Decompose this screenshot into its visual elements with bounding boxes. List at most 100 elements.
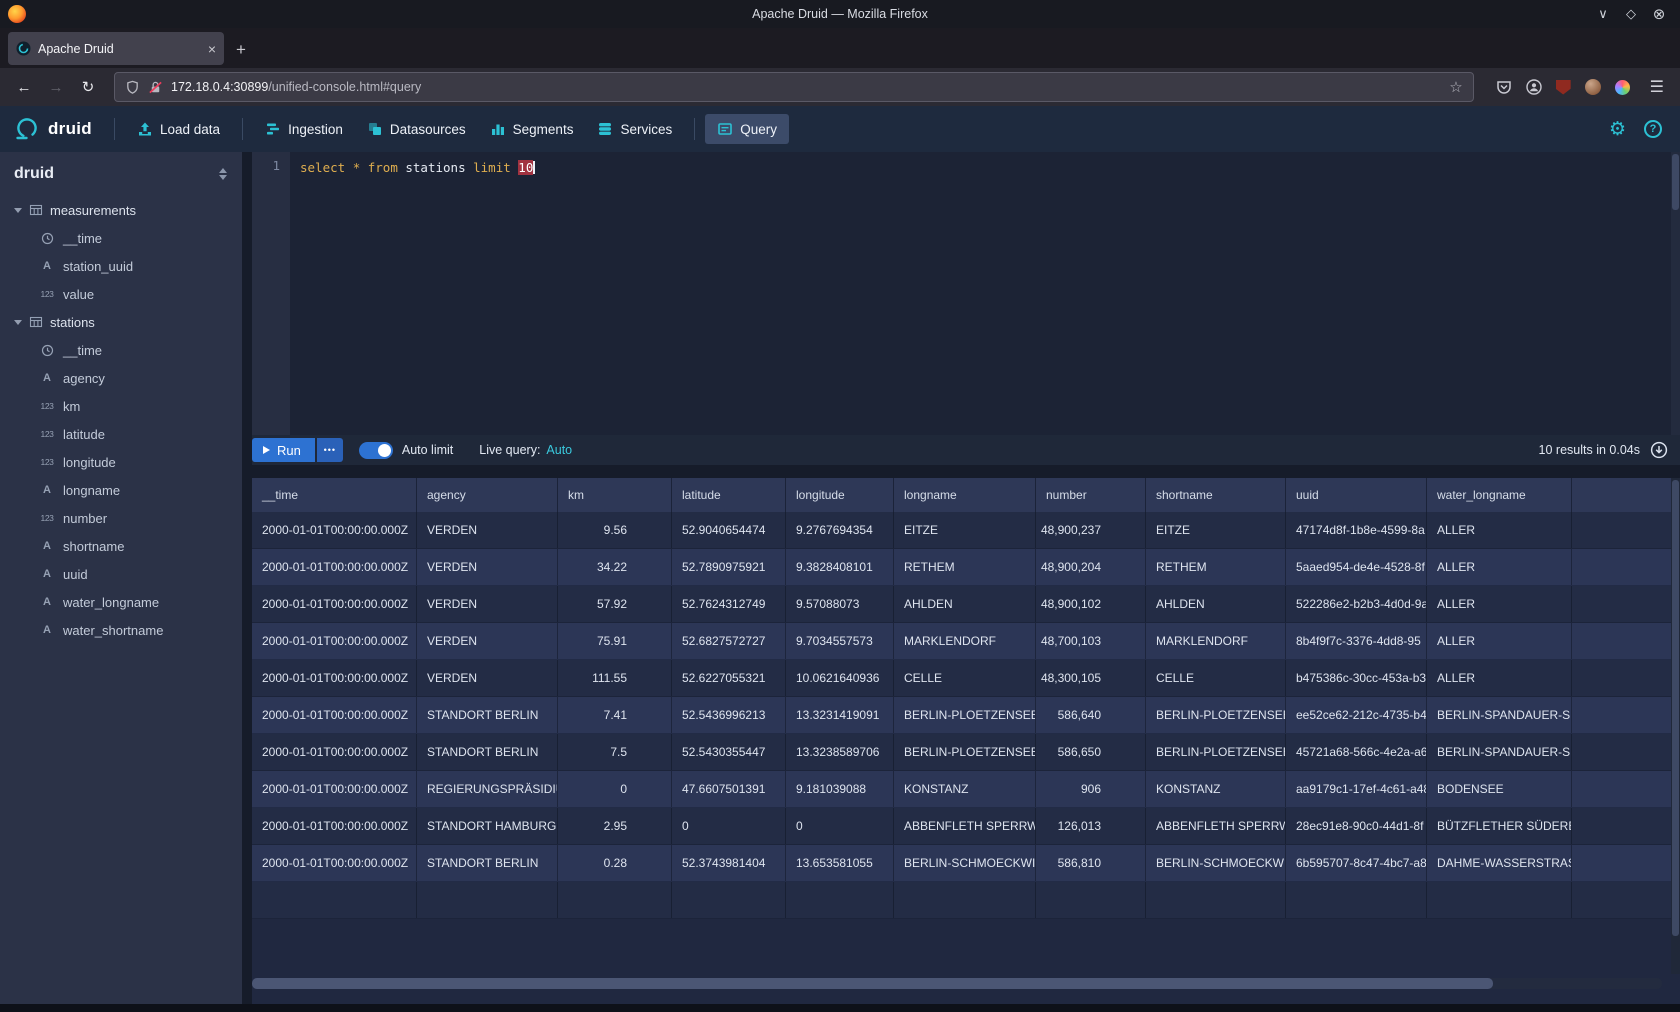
cell-latitude[interactable]: 52.5436996213: [672, 697, 786, 733]
cell-__time[interactable]: 2000-01-01T00:00:00.000Z: [252, 808, 417, 844]
caret-down-icon[interactable]: [14, 208, 22, 213]
tree-table-stations[interactable]: stations: [0, 308, 242, 336]
cell-longname[interactable]: AHLDEN: [894, 586, 1036, 622]
column-header-agency[interactable]: agency: [417, 478, 558, 512]
cell-water_longname[interactable]: ALLER: [1427, 660, 1572, 696]
cell-number[interactable]: 586,650: [1036, 734, 1146, 770]
cell-shortname[interactable]: MARKLENDORF: [1146, 623, 1286, 659]
tree-column-value[interactable]: 123value: [0, 280, 242, 308]
close-button[interactable]: ⊗: [1650, 5, 1668, 23]
cell-latitude[interactable]: 52.7890975921: [672, 549, 786, 585]
cell-latitude[interactable]: 52.7624312749: [672, 586, 786, 622]
cell-km[interactable]: 57.92: [558, 586, 672, 622]
cell-number[interactable]: 48,300,105: [1036, 660, 1146, 696]
profile-avatar-icon[interactable]: [1585, 79, 1601, 95]
live-query-value[interactable]: Auto: [546, 443, 572, 457]
cell-longname[interactable]: RETHEM: [894, 549, 1036, 585]
cell-longname[interactable]: BERLIN-PLOETZENSEE C: [894, 697, 1036, 733]
column-header-__time[interactable]: __time: [252, 478, 417, 512]
pocket-icon[interactable]: [1496, 79, 1512, 95]
cell-longitude[interactable]: 13.3231419091: [786, 697, 894, 733]
tree-column-shortname[interactable]: Ashortname: [0, 532, 242, 560]
insecure-lock-icon[interactable]: [148, 80, 163, 95]
cell-km[interactable]: 0: [558, 771, 672, 807]
cell-longitude[interactable]: 9.57088073: [786, 586, 894, 622]
more-options-button[interactable]: •••: [317, 438, 343, 462]
cell-uuid[interactable]: 5aaed954-de4e-4528-8f: [1286, 549, 1427, 585]
cell-number[interactable]: 906: [1036, 771, 1146, 807]
new-tab-button[interactable]: +: [236, 40, 246, 60]
cell-__time[interactable]: 2000-01-01T00:00:00.000Z: [252, 845, 417, 881]
cell-agency[interactable]: VERDEN: [417, 549, 558, 585]
cell-water_longname[interactable]: BERLIN-SPANDAUER-S: [1427, 734, 1572, 770]
cell-__time[interactable]: 2000-01-01T00:00:00.000Z: [252, 660, 417, 696]
cell-shortname[interactable]: CELLE: [1146, 660, 1286, 696]
cell-__time[interactable]: 2000-01-01T00:00:00.000Z: [252, 734, 417, 770]
cell-latitude[interactable]: 52.3743981404: [672, 845, 786, 881]
cell-km[interactable]: 2.95: [558, 808, 672, 844]
cell-number[interactable]: 586,640: [1036, 697, 1146, 733]
cell-shortname[interactable]: AHLDEN: [1146, 586, 1286, 622]
cell-agency[interactable]: VERDEN: [417, 512, 558, 548]
tree-column-number[interactable]: 123number: [0, 504, 242, 532]
tree-column-uuid[interactable]: Auuid: [0, 560, 242, 588]
cell-agency[interactable]: STANDORT BERLIN: [417, 697, 558, 733]
cell-__time[interactable]: 2000-01-01T00:00:00.000Z: [252, 512, 417, 548]
cell-longitude[interactable]: 9.3828408101: [786, 549, 894, 585]
cell-km[interactable]: 75.91: [558, 623, 672, 659]
nav-item-ingestion[interactable]: Ingestion: [253, 114, 355, 144]
cell-number[interactable]: 48,900,237: [1036, 512, 1146, 548]
bookmark-star-icon[interactable]: ☆: [1449, 78, 1462, 96]
cell-shortname[interactable]: BERLIN-PLOETZENSEE U: [1146, 734, 1286, 770]
cell-longitude[interactable]: 13.653581055: [786, 845, 894, 881]
cell-water_longname[interactable]: BERLIN-SPANDAUER-S: [1427, 697, 1572, 733]
cell-water_longname[interactable]: ALLER: [1427, 623, 1572, 659]
tree-column-__time[interactable]: __time: [0, 336, 242, 364]
cell-water_longname[interactable]: ALLER: [1427, 586, 1572, 622]
reload-button[interactable]: ↻: [74, 73, 102, 101]
cell-latitude[interactable]: 52.6227055321: [672, 660, 786, 696]
menu-icon[interactable]: ☰: [1644, 77, 1670, 97]
cell-longitude[interactable]: 9.2767694354: [786, 512, 894, 548]
tree-column-water_shortname[interactable]: Awater_shortname: [0, 616, 242, 644]
cell-agency[interactable]: STANDORT HAMBURG: [417, 808, 558, 844]
caret-down-icon[interactable]: [14, 320, 22, 325]
tab-apache-druid[interactable]: Apache Druid ×: [8, 32, 224, 65]
cell-number[interactable]: 126,013: [1036, 808, 1146, 844]
account-icon[interactable]: [1526, 79, 1542, 95]
cell-number[interactable]: 48,900,204: [1036, 549, 1146, 585]
nav-item-query[interactable]: Query: [705, 114, 789, 144]
horizontal-scrollbar[interactable]: [252, 978, 1662, 989]
cell-uuid[interactable]: 6b595707-8c47-4bc7-a8: [1286, 845, 1427, 881]
cell-__time[interactable]: 2000-01-01T00:00:00.000Z: [252, 771, 417, 807]
download-icon[interactable]: [1650, 441, 1668, 459]
cell-longname[interactable]: BERLIN-SCHMOECKWITZ: [894, 845, 1036, 881]
sort-icon[interactable]: [218, 167, 228, 181]
cell-water_longname[interactable]: BODENSEE: [1427, 771, 1572, 807]
cell-km[interactable]: 7.5: [558, 734, 672, 770]
cell-uuid[interactable]: 45721a68-566c-4e2a-a6: [1286, 734, 1427, 770]
cell-km[interactable]: 9.56: [558, 512, 672, 548]
cell-water_longname[interactable]: BÜTZFLETHER SÜDERE: [1427, 808, 1572, 844]
cell-number[interactable]: 586,810: [1036, 845, 1146, 881]
cell-longitude[interactable]: 9.181039088: [786, 771, 894, 807]
column-header-latitude[interactable]: latitude: [672, 478, 786, 512]
sql-editor[interactable]: 1 select * from stations limit 10: [252, 152, 1680, 435]
cell-__time[interactable]: 2000-01-01T00:00:00.000Z: [252, 623, 417, 659]
maximize-button[interactable]: ◇: [1622, 6, 1640, 22]
cell-agency[interactable]: VERDEN: [417, 623, 558, 659]
cell-uuid[interactable]: b475386c-30cc-453a-b3: [1286, 660, 1427, 696]
column-header-uuid[interactable]: uuid: [1286, 478, 1427, 512]
vertical-scrollbar[interactable]: [1671, 478, 1680, 974]
cell-agency[interactable]: VERDEN: [417, 586, 558, 622]
cell-agency[interactable]: VERDEN: [417, 660, 558, 696]
column-header-longname[interactable]: longname: [894, 478, 1036, 512]
cell-shortname[interactable]: RETHEM: [1146, 549, 1286, 585]
cell-latitude[interactable]: 0: [672, 808, 786, 844]
cell-km[interactable]: 0.28: [558, 845, 672, 881]
cell-latitude[interactable]: 52.5430355447: [672, 734, 786, 770]
cell-latitude[interactable]: 52.6827572727: [672, 623, 786, 659]
nav-item-datasources[interactable]: Datasources: [355, 114, 478, 144]
help-icon[interactable]: ?: [1644, 120, 1662, 138]
cell-agency[interactable]: STANDORT BERLIN: [417, 845, 558, 881]
